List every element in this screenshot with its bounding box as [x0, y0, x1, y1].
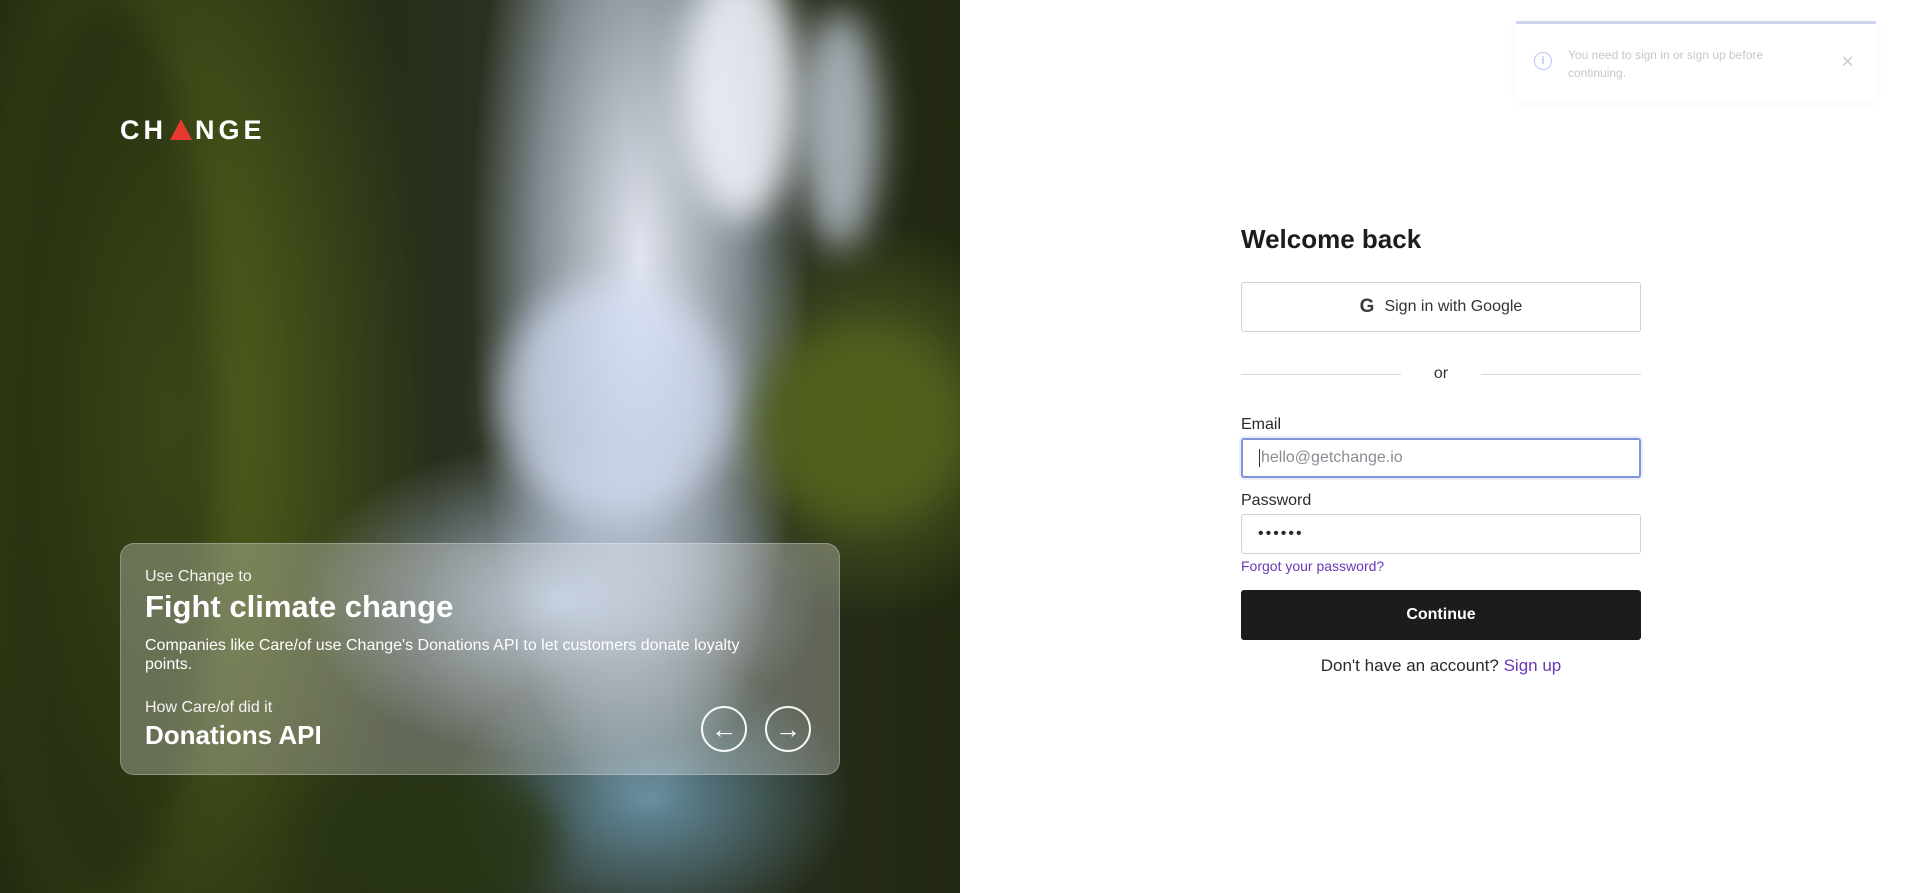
email-label: Email	[1241, 416, 1282, 433]
email-field[interactable]: hello@getchange.io	[1241, 438, 1641, 478]
arrow-left-icon: ←	[711, 714, 737, 744]
forgot-password-link[interactable]: Forgot your password?	[1241, 558, 1384, 574]
moss-rock	[300, 760, 560, 893]
auth-panel: i You need to sign in or sign up before …	[960, 0, 1920, 893]
waterfall-highlight	[800, 10, 880, 250]
info-icon: i	[1534, 52, 1552, 70]
logo-text-right: NGE	[195, 114, 266, 145]
case-study-eyebrow: How Care/of did it	[145, 699, 273, 716]
hero-panel: CH NGE Use Change to Fight climate change…	[0, 0, 960, 893]
river-mist	[500, 280, 730, 520]
carousel-next-button[interactable]: →	[765, 706, 811, 752]
hero-promo-card: Use Change to Fight climate change Compa…	[120, 543, 840, 775]
password-field[interactable]: ••••••	[1241, 514, 1641, 554]
card-eyebrow: Use Change to	[145, 568, 252, 585]
notification-toast: i You need to sign in or sign up before …	[1516, 21, 1876, 101]
case-study-title: Donations API	[145, 720, 322, 750]
google-sign-in-button[interactable]: G Sign in with Google	[1241, 282, 1641, 332]
divider-line	[1481, 374, 1641, 375]
card-description: Companies like Care/of use Change's Dona…	[145, 637, 740, 673]
logo-text-left: CH	[120, 114, 167, 145]
google-button-label: Sign in with Google	[1384, 298, 1523, 315]
signup-prompt: Don't have an account?	[1320, 656, 1499, 675]
moss-rock	[760, 330, 960, 520]
password-label: Password	[1241, 492, 1312, 509]
sign-up-link[interactable]: Sign up	[1504, 656, 1562, 675]
toast-message: You need to sign in or sign up before co…	[1568, 48, 1764, 80]
password-value: ••••••	[1258, 525, 1304, 542]
close-icon[interactable]: ✕	[1841, 52, 1854, 72]
continue-button[interactable]: Continue	[1241, 590, 1641, 640]
waterfall-highlight	[680, 0, 800, 220]
arrow-right-icon: →	[775, 714, 801, 744]
card-headline: Fight climate change	[145, 589, 454, 624]
text-caret	[1259, 449, 1260, 467]
carousel-prev-button[interactable]: ←	[701, 706, 747, 752]
google-icon: G	[1359, 296, 1375, 317]
email-placeholder: hello@getchange.io	[1261, 449, 1403, 466]
or-divider: or	[1241, 364, 1641, 386]
logo-triangle-icon	[170, 119, 192, 140]
change-logo: CH NGE	[120, 114, 266, 145]
page-title: Welcome back	[1241, 224, 1422, 254]
signup-row: Don't have an account? Sign up	[1241, 656, 1641, 676]
